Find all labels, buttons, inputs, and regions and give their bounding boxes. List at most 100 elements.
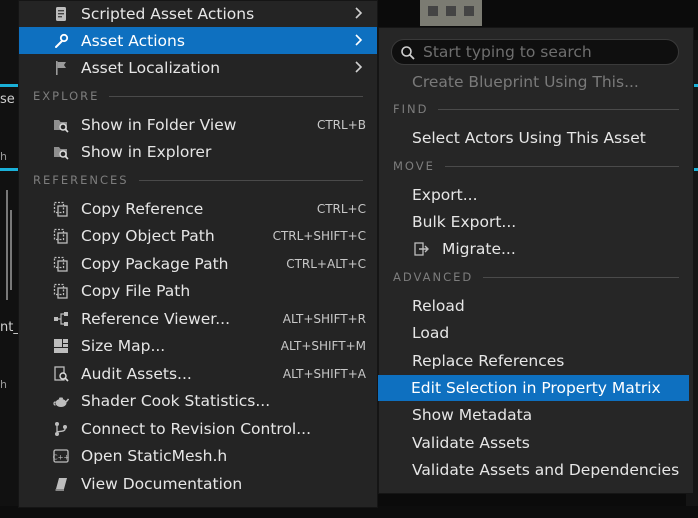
selection-strip [0,168,18,171]
menu-item-label: Connect to Revision Control... [81,419,312,438]
flag-icon [53,59,69,76]
menu-item-shader-cook-statistics[interactable]: Shader Cook Statistics... [19,387,377,414]
plant-thumbnail [10,210,12,290]
wrench-icon [53,32,69,49]
folder-search-icon [53,116,69,133]
submenu-search-box[interactable] [391,39,679,65]
menu-item-label: Audit Assets... [81,364,192,383]
section-header-explore: EXPLORE [33,88,363,104]
menu-item-asset-localization[interactable]: Asset Localization [19,54,377,81]
menu-item-label: Validate Assets and Dependencies [412,461,680,479]
shortcut-hint: CTRL+B [316,117,366,132]
menu-item-label: Show in Folder View [81,115,237,134]
section-title: ADVANCED [393,270,474,284]
shortcut-hint: ALT+SHIFT+A [282,366,366,381]
book-icon [53,475,69,492]
menu-item-reference-viewer[interactable]: Reference Viewer... ALT+SHIFT+R [19,305,377,332]
shortcut-hint: ALT+SHIFT+R [282,311,366,326]
section-divider [483,276,679,278]
shortcut-hint: CTRL+C [316,201,366,216]
menu-item-create-blueprint: Create Blueprint Using This... [379,69,693,95]
menu-item-label: Show in Explorer [81,142,212,161]
section-title: EXPLORE [33,89,100,103]
section-header-find: FIND [393,101,679,117]
menu-item-label: Open StaticMesh.h [81,446,228,465]
menu-item-select-actors[interactable]: Select Actors Using This Asset [379,125,693,151]
menu-item-label: Validate Assets [412,434,530,452]
menu-item-asset-actions[interactable]: Asset Actions [19,27,377,54]
menu-item-migrate[interactable]: Migrate... [379,236,693,262]
chevron-right-icon [351,60,365,74]
section-divider [109,95,363,97]
menu-item-label: Bulk Export... [412,213,517,231]
menu-item-label: Reference Viewer... [81,309,231,328]
asset-name-fragment: se [0,92,15,107]
menu-item-label: Select Actors Using This Asset [412,129,646,147]
menu-item-size-map[interactable]: Size Map... ALT+SHIFT+M [19,332,377,359]
menu-item-scripted-asset-actions[interactable]: Scripted Asset Actions [19,0,377,27]
menu-item-label: Copy Object Path [81,226,215,245]
menu-item-connect-revision-control[interactable]: Connect to Revision Control... [19,415,377,442]
menu-item-validate-assets[interactable]: Validate Assets [379,430,693,456]
menu-item-edit-selection-property-matrix[interactable]: Edit Selection in Property Matrix [378,375,689,401]
menu-item-show-metadata[interactable]: Show Metadata [379,402,693,428]
selection-strip [0,84,18,87]
script-icon [53,5,69,22]
menu-item-label: Show Metadata [412,406,533,424]
menu-item-replace-references[interactable]: Replace References [379,348,693,374]
shortcut-hint: CTRL+SHIFT+C [272,228,366,243]
menu-item-export[interactable]: Export... [379,182,693,208]
section-header-references: REFERENCES [33,172,363,188]
menu-item-label: Edit Selection in Property Matrix [411,379,661,397]
menu-item-copy-file-path[interactable]: Copy File Path [19,277,377,304]
menu-item-validate-assets-dependencies[interactable]: Validate Assets and Dependencies [379,457,693,483]
menu-item-open-staticmesh-h[interactable]: C++ Open StaticMesh.h [19,442,377,469]
search-input[interactable] [423,42,673,62]
plant-thumbnail [6,190,8,300]
asset-name-fragment: nt_ [0,320,20,335]
section-header-move: MOVE [393,158,679,174]
menu-item-label: Reload [412,297,465,315]
menu-item-label: Load [412,324,450,342]
section-divider [438,108,679,110]
teapot-icon [53,392,69,409]
chevron-right-icon [351,6,365,20]
menu-item-label: Replace References [412,352,565,370]
content-browser-background [0,0,18,518]
branch-icon [53,420,69,437]
menu-item-label: Copy File Path [81,281,191,300]
menu-item-show-in-folder-view[interactable]: Show in Folder View CTRL+B [19,111,377,138]
section-title: FIND [393,102,429,116]
menu-item-label: Shader Cook Statistics... [81,391,271,410]
menu-item-load[interactable]: Load [379,320,693,346]
shortcut-hint: CTRL+ALT+C [286,256,366,271]
section-divider [138,179,363,181]
menu-item-reload[interactable]: Reload [379,293,693,319]
asset-type-fragment: h [0,150,7,163]
reference-viewer-icon [53,310,69,327]
audit-icon [53,365,69,382]
menu-item-copy-object-path[interactable]: Copy Object Path CTRL+SHIFT+C [19,222,377,249]
section-header-advanced: ADVANCED [393,269,679,285]
menu-item-view-documentation[interactable]: View Documentation [19,470,377,497]
menu-item-label: Asset Localization [81,58,221,77]
menu-item-show-in-explorer[interactable]: Show in Explorer [19,138,377,165]
folder-search-icon [53,143,69,160]
menu-item-audit-assets[interactable]: Audit Assets... ALT+SHIFT+A [19,360,377,387]
menu-item-label: Create Blueprint Using This... [412,73,639,91]
section-divider [444,165,679,167]
menu-item-bulk-export[interactable]: Bulk Export... [379,209,693,235]
menu-item-label: Asset Actions [81,31,185,50]
svg-text:C++: C++ [53,453,69,461]
menu-item-copy-reference[interactable]: Copy Reference CTRL+C [19,195,377,222]
menu-item-label: Migrate... [442,240,516,258]
menu-item-label: View Documentation [81,474,243,493]
migrate-icon [414,241,430,261]
building-thumbnail [420,0,482,26]
menu-item-copy-package-path[interactable]: Copy Package Path CTRL+ALT+C [19,250,377,277]
menu-item-label: Copy Package Path [81,254,229,273]
copy-icon [53,227,69,244]
asset-actions-submenu: Create Blueprint Using This... FIND Sele… [378,27,694,494]
copy-icon [53,255,69,272]
section-title: REFERENCES [33,173,129,187]
